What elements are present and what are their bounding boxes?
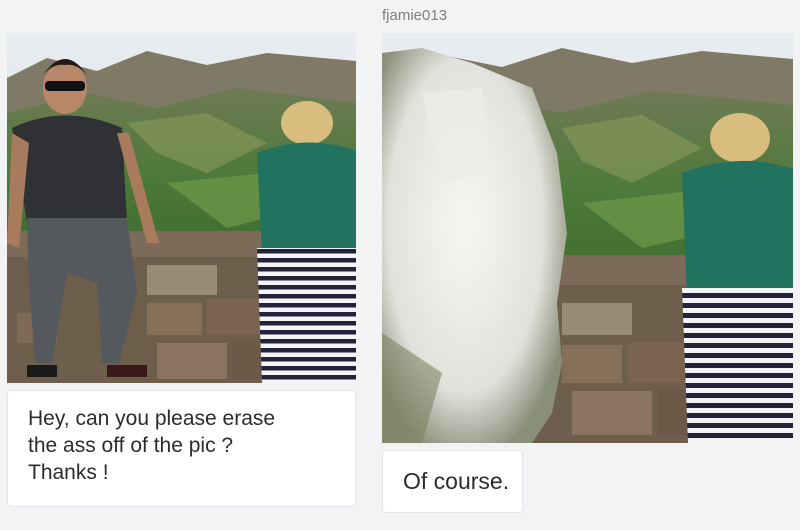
request-line-2: the ass off of the pic ? bbox=[28, 434, 234, 457]
edited-photo[interactable] bbox=[382, 33, 793, 443]
original-photo[interactable] bbox=[7, 33, 356, 383]
request-message: Hey, can you please erase the ass off of… bbox=[7, 390, 356, 507]
reply-message: Of course. bbox=[382, 450, 523, 513]
request-line-1: Hey, can you please erase bbox=[28, 407, 276, 430]
username-label[interactable]: fjamie013 bbox=[382, 7, 582, 24]
reply-text: Of course. bbox=[403, 468, 510, 494]
request-line-3: Thanks ! bbox=[28, 461, 109, 484]
